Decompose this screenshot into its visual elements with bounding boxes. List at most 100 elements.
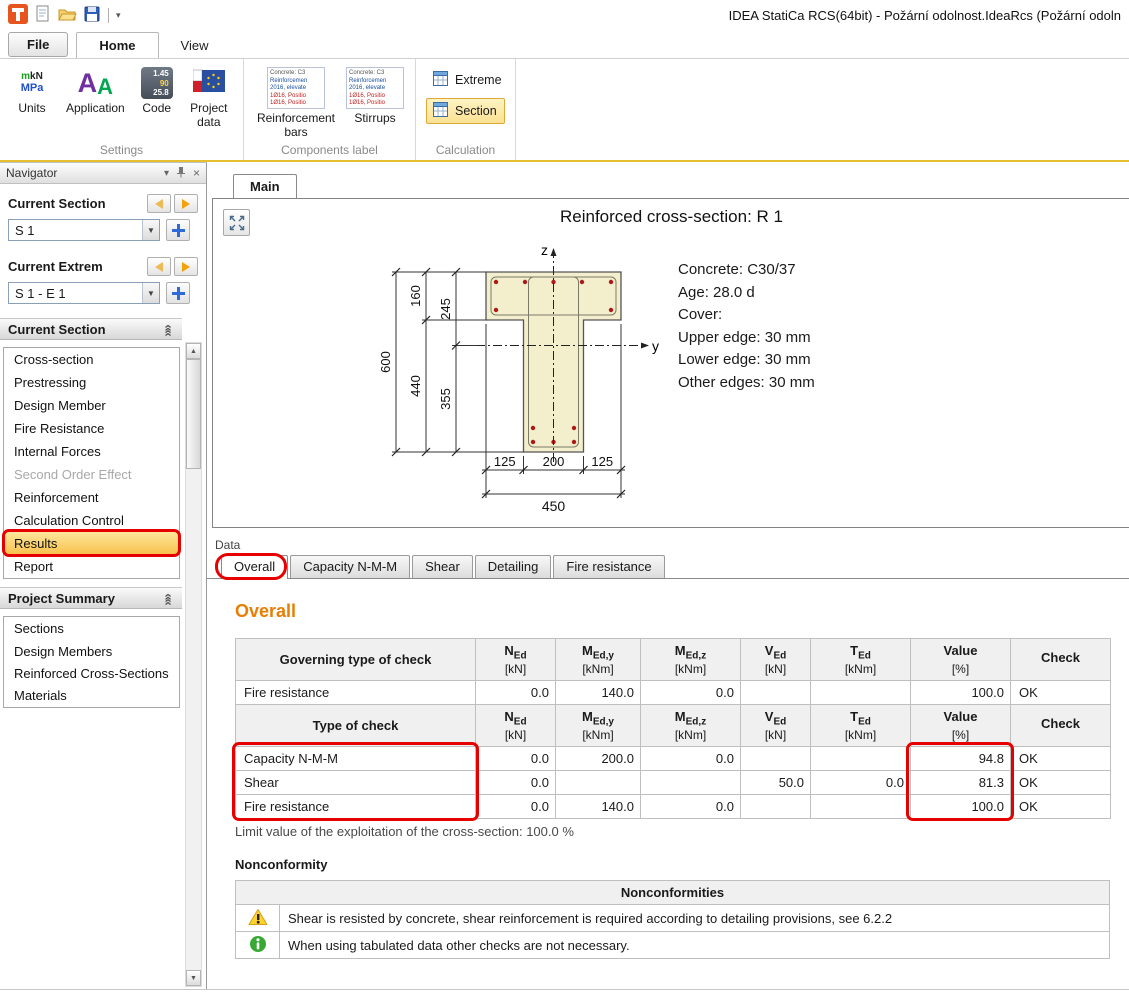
extreme-button[interactable]: Extreme [426,67,505,93]
sidebar-item-prestressing[interactable]: Prestressing [4,371,179,394]
tab-main[interactable]: Main [233,174,297,198]
reinforcement-bars-button[interactable]: Concrete: C3 Reinforcemen 2016, elevate … [252,64,340,140]
cell-medy: 140.0 [556,795,641,819]
main-area: Main Reinforced cross-section: R 1 [207,162,1129,997]
sidebar-item-results[interactable]: Results [4,532,179,555]
application-button[interactable]: AA Application [60,64,131,119]
sidebar-item-design-member[interactable]: Design Member [4,394,179,417]
tab-capacity-n-m-m[interactable]: Capacity N-M-M [290,555,410,578]
cell-medz [641,771,741,795]
sidebar-item-fire-resistance[interactable]: Fire Resistance [4,417,179,440]
current-section-combo[interactable]: S 1 ▼ [8,219,160,241]
cell-ved [741,681,811,705]
reinforcement-bars-preview: Concrete: C3 Reinforcemen 2016, elevate … [267,67,325,109]
sidebar-item-report[interactable]: Report [4,555,179,578]
sidebar-item-cross-section[interactable]: Cross-section [4,348,179,371]
code-button[interactable]: 1.45 90 25.8 Code [135,64,179,119]
cell-ved [741,795,811,819]
sidebar-item-reinforced-cross-sections[interactable]: Reinforced Cross-Sections [4,663,179,684]
tab-overall[interactable]: Overall [221,555,288,579]
project-summary-group-header[interactable]: Project Summary «« [0,587,182,609]
navigator-close-icon[interactable]: × [193,166,200,180]
data-content: Overall Governing type of check NEd[kN] … [207,579,1129,989]
navigator-dropdown-icon[interactable]: ▾ [164,168,169,179]
add-extreme-button[interactable] [166,282,190,304]
tab-file[interactable]: File [8,32,68,57]
combo-dropdown-icon[interactable]: ▼ [142,283,159,303]
sidebar-item-materials[interactable]: Materials [4,684,179,707]
navigator-panel: Navigator ▾ × Current Section S 1 ▼ Curr… [0,162,207,990]
type-row-shear: Shear 0.0 50.0 0.0 81.3 OK [236,771,1111,795]
cell-check: OK [1011,681,1111,705]
cell-value: 100.0 [911,681,1011,705]
column-check: Check [1011,639,1111,681]
cell-check: OK [1011,795,1111,819]
sidebar-item-calculation-control[interactable]: Calculation Control [4,509,179,532]
scroll-up-icon[interactable]: ▲ [186,343,201,359]
window-title: IDEA StatiCa RCS(64bit) - Požární odolno… [729,8,1121,23]
project-data-button[interactable]: Project data [183,64,235,132]
sidebar-item-design-members[interactable]: Design Members [4,640,179,663]
current-section-group-header[interactable]: Current Section «« [0,318,182,340]
sidebar-item-internal-forces[interactable]: Internal Forces [4,440,179,463]
extreme-icon [433,71,448,89]
add-section-button[interactable] [166,219,190,241]
code-icon: 1.45 90 25.8 [141,67,173,99]
units-button[interactable]: mkN MPa Units [8,64,56,119]
navigator-scrollbar[interactable]: ▲ ▼ [185,342,202,987]
collapse-icon[interactable]: «« [161,324,176,334]
previous-extreme-button[interactable] [147,257,171,276]
stirrups-preview: Concrete: C3 Reinforcemen 2016, elevate … [346,67,404,109]
page-title: Overall [235,601,1129,622]
section-info: Concrete: C30/37 Age: 28.0 d Cover: Uppe… [678,227,815,527]
section-icon [433,102,448,120]
next-extreme-button[interactable] [174,257,198,276]
dim-axis-to-bottom: 355 [438,388,453,410]
scrollbar-thumb[interactable] [186,359,201,469]
stirrups-button[interactable]: Concrete: C3 Reinforcemen 2016, elevate … [344,64,406,126]
application-label: Application [66,102,125,116]
cell-label: Fire resistance [236,681,476,705]
previous-section-button[interactable] [147,194,171,213]
column-ted: TEd[kNm] [811,705,911,747]
tab-shear[interactable]: Shear [412,555,473,578]
sidebar-item-reinforcement[interactable]: Reinforcement [4,486,179,509]
eu-flag-icon [193,67,225,99]
tab-fire-resistance[interactable]: Fire resistance [553,555,664,578]
nonconformity-title: Nonconformity [235,857,1129,872]
project-data-label: Project data [189,102,229,130]
collapse-icon[interactable]: «« [161,593,176,603]
axis-z-label: z [541,242,548,258]
group-label-calculation: Calculation [416,142,515,160]
combo-dropdown-icon[interactable]: ▼ [142,220,159,240]
cell-label: Shear [236,771,476,795]
section-label: Section [455,104,497,118]
cell-medz: 0.0 [641,681,741,705]
new-file-icon[interactable] [34,5,52,26]
cell-ved: 50.0 [741,771,811,795]
section-button[interactable]: Section [426,98,505,124]
cell-value: 94.8 [911,747,1011,771]
scrollbar-track[interactable] [186,359,201,970]
tab-home[interactable]: Home [76,32,158,58]
current-extreme-combo[interactable]: S 1 - E 1 ▼ [8,282,160,304]
cell-ned: 0.0 [476,681,556,705]
column-medz: MEd,z[kNm] [641,705,741,747]
sidebar-item-sections[interactable]: Sections [4,617,179,640]
cell-ned: 0.0 [476,795,556,819]
navigator-pin-icon[interactable] [176,166,186,181]
tab-detailing[interactable]: Detailing [475,555,552,578]
data-tab-bar: Overall Capacity N-M-M Shear Detailing F… [207,555,1129,579]
tab-view[interactable]: View [159,33,231,58]
save-icon[interactable] [83,5,101,26]
quick-access-dropdown-icon[interactable]: ▾ [116,10,121,21]
nonconformities-header-row: Nonconformities [236,881,1110,905]
cell-value: 100.0 [911,795,1011,819]
next-section-button[interactable] [174,194,198,213]
open-folder-icon[interactable] [58,5,77,26]
app-logo-icon[interactable] [8,4,28,27]
fit-view-button[interactable] [223,209,250,236]
scroll-down-icon[interactable]: ▼ [186,970,201,986]
units-icon: mkN MPa [14,67,50,99]
nonconformity-text: Shear is resisted by concrete, shear rei… [280,905,1110,932]
